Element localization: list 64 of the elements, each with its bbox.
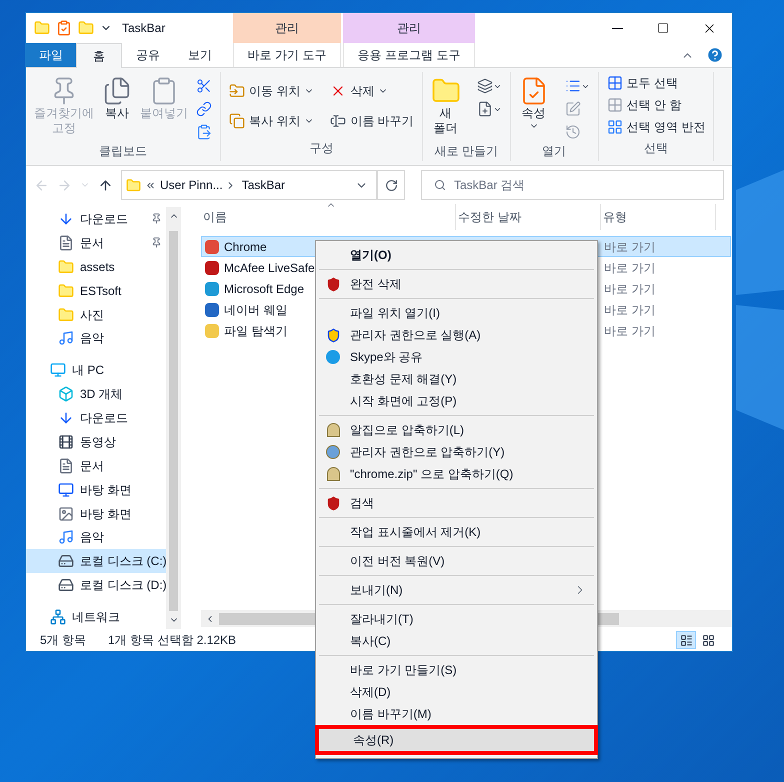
menu-item-label: Skype와 공유 xyxy=(350,349,423,366)
menu-item-label: 완전 삭제 xyxy=(350,276,402,293)
file-type: 바로 가기 xyxy=(603,302,656,318)
nav-item-label: 동영상 xyxy=(80,434,116,451)
menu-item-label: 알집으로 압축하기(L) xyxy=(350,422,464,439)
menu-item-label: 삭제(D) xyxy=(350,684,391,701)
window-title: TaskBar xyxy=(122,20,166,37)
nav-item-label: ESTsoft xyxy=(80,282,122,300)
menu-item-label: 보내기(N) xyxy=(350,582,403,599)
ribbon-button-label: 새 xyxy=(440,106,452,121)
menu-item-label: "chrome.zip" 으로 압축하기(Q) xyxy=(350,466,514,483)
file-name: 네이버 웨일 xyxy=(224,302,288,318)
menu-item-label: 속성(R) xyxy=(353,732,394,749)
file-type: 바로 가기 xyxy=(603,260,656,276)
file-name: Chrome xyxy=(224,238,267,256)
nav-item-label: 바탕 화면 xyxy=(80,482,132,499)
menu-item-label: 바로 가기 만들기(S) xyxy=(350,662,457,679)
nav-item-label: 로컬 디스크 (D:) xyxy=(80,577,166,594)
ribbon-button-label: 즐겨찾기에 xyxy=(34,106,94,121)
menu-item-label: 관리자 권한으로 실행(A) xyxy=(350,327,481,344)
nav-item-label: assets xyxy=(80,258,115,276)
context-tab-header: 관리 xyxy=(343,13,475,43)
ribbon-button-label: 복사 xyxy=(105,106,129,121)
file-type: 바로 가기 xyxy=(603,280,656,298)
nav-item-label: 로컬 디스크 (C:) xyxy=(80,553,166,570)
nav-item-label: 3D 개체 xyxy=(80,386,123,404)
menu-item-label: 이름 바꾸기(M) xyxy=(350,706,432,723)
menu-item-label: 열기(O) xyxy=(350,247,392,264)
status-item-count: 5개 항목 xyxy=(40,632,86,649)
menu-item-label: 복사(C) xyxy=(350,633,391,650)
menu-item-label: 검색 xyxy=(350,495,374,512)
nav-item-label: 다운로드 xyxy=(80,410,128,428)
menu-item-label: 작업 표시줄에서 제거(K) xyxy=(350,524,481,541)
context-tab-header: 관리 xyxy=(233,13,341,43)
ribbon-group-label: 구성 xyxy=(308,140,334,157)
nav-item-label: 내 PC xyxy=(72,362,104,380)
file-type: 바로 가기 xyxy=(603,238,656,256)
nav-item-label: 문서 xyxy=(80,234,104,252)
status-selection: 1개 항목 선택함 2.12KB xyxy=(108,632,236,649)
nav-item-label: 바탕 화면 xyxy=(80,506,132,523)
file-name: 파일 탐색기 xyxy=(224,322,288,340)
ribbon-group-label: 선택 xyxy=(643,140,670,157)
ribbon-group-label: 새로 만들기 xyxy=(434,143,499,160)
ribbon-group-label: 열기 xyxy=(541,143,568,160)
file-name: McAfee LiveSafe xyxy=(224,260,315,276)
menu-item-label: 호환성 문제 해결(Y) xyxy=(350,371,457,388)
ribbon-button-label: 붙여넣기 xyxy=(140,106,188,121)
nav-item-label: 문서 xyxy=(80,458,104,475)
nav-item-label: 다운로드 xyxy=(80,210,128,228)
nav-item-label: 사진 xyxy=(80,306,104,324)
ribbon-group-label: 클립보드 xyxy=(98,143,148,160)
file-name: Microsoft Edge xyxy=(224,280,304,298)
nav-item-label: 음악 xyxy=(80,330,104,348)
menu-item-label: 잘라내기(T) xyxy=(350,611,414,628)
nav-item-label: 네트워크 xyxy=(72,609,120,626)
menu-item-label: 시작 화면에 고정(P) xyxy=(350,393,457,410)
menu-item-label: 이전 버전 복원(V) xyxy=(350,553,445,570)
file-type: 바로 가기 xyxy=(603,322,656,340)
menu-item-label: 파일 위치 열기(I) xyxy=(350,305,440,322)
ribbon-button-label: 속성 xyxy=(522,106,546,121)
menu-item-label: 관리자 권한으로 압축하기(Y) xyxy=(350,444,505,461)
ribbon-button-label: 폴더 xyxy=(434,121,458,136)
nav-item-label: 음악 xyxy=(80,529,104,546)
ribbon-button-label: 고정 xyxy=(52,121,76,136)
